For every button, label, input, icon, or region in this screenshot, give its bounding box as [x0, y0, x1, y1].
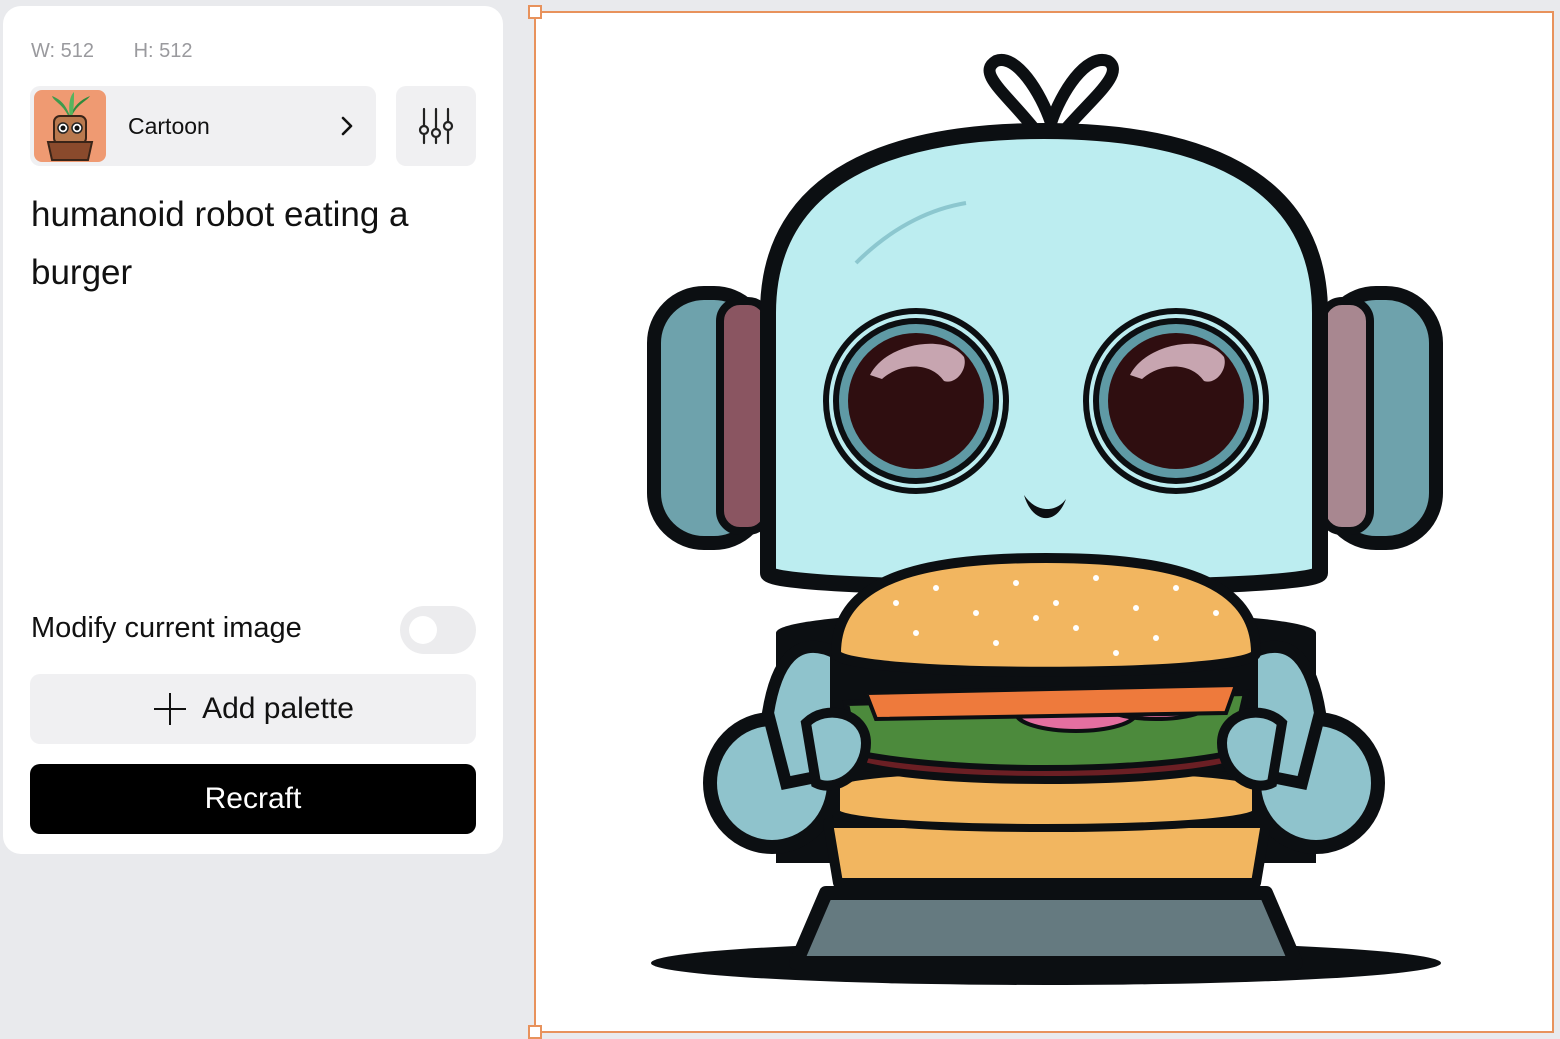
style-selector-button[interactable]: Cartoon [30, 86, 376, 166]
sliders-icon [418, 107, 454, 145]
potted-plant-character-icon [34, 90, 106, 162]
prompt-text[interactable]: humanoid robot eating a burger [31, 186, 476, 302]
recraft-button[interactable]: Recraft [30, 764, 476, 834]
generated-image [647, 54, 1443, 985]
plus-icon [154, 693, 187, 725]
image-canvas[interactable] [528, 5, 1554, 1039]
toggle-knob [409, 616, 437, 644]
chevron-right-icon [341, 116, 353, 136]
style-label: Cartoon [128, 113, 210, 139]
height-readout: H: 512 [133, 40, 193, 62]
add-palette-label: Add palette [202, 692, 354, 725]
settings-button[interactable] [396, 86, 476, 166]
add-palette-button[interactable]: Add palette [30, 674, 476, 744]
generation-panel: W: 512 H: 512 Cartoon humanoid robot eat… [3, 6, 503, 854]
image-dimensions: W: 512 H: 512 [31, 40, 227, 63]
width-readout: W: 512 [31, 40, 94, 62]
modify-current-image-label: Modify current image [31, 612, 302, 644]
modify-current-image-toggle[interactable] [400, 606, 476, 654]
